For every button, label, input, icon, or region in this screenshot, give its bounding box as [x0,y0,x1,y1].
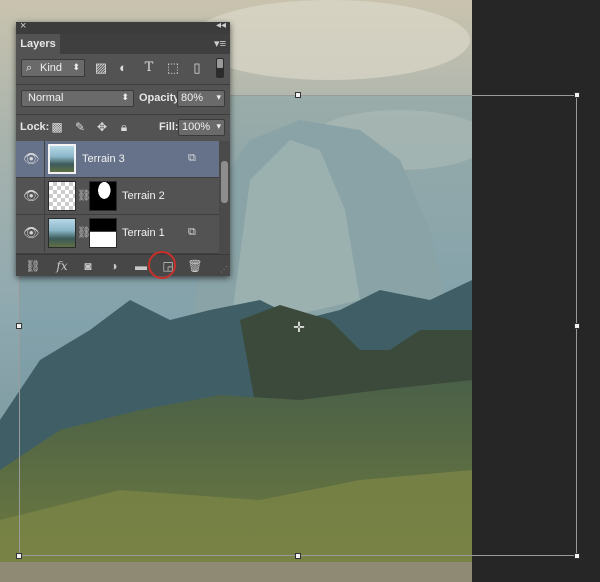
transform-handle-bottom-left[interactable] [16,553,22,559]
lock-all-icon[interactable]: 🔒︎ [116,119,132,135]
fill-value: 100% [182,121,211,133]
fill-field[interactable]: 100% ▾ [178,119,225,136]
layer-name[interactable]: Terrain 1 [122,227,165,239]
link-layers-icon[interactable]: ⛓︎ [25,258,41,274]
visibility-eye-icon[interactable]: 👁︎ [23,226,40,240]
layer-thumbnail[interactable] [48,144,76,174]
lock-label: Lock: [20,121,50,133]
lock-image-pixels-icon[interactable]: ✎ [72,119,88,135]
filter-toggle-switch[interactable] [216,58,224,78]
lock-position-icon[interactable]: ✥ [94,119,110,135]
layer-name[interactable]: Terrain 3 [82,153,125,165]
layer-mask-thumbnail[interactable] [89,218,117,248]
panel-tab-row: Layers ▾≡ [16,34,230,54]
shape-filter-icon[interactable]: ⬚ [164,59,182,77]
delete-layer-icon[interactable]: 🗑︎ [187,258,203,274]
lock-transparent-pixels-icon[interactable]: ▩ [49,119,65,135]
layer-list: 👁︎ Terrain 3 ⧉ 👁︎ ⛓︎ Terrain 2 👁︎ ⛓︎ Ter… [16,141,230,254]
blend-mode-value: Normal [28,92,64,104]
divider [44,215,45,252]
blend-row: Normal ⬍ Opacity: 80% ▾ [16,84,230,114]
smart-object-icon: ⧉ [188,226,196,238]
mask-link-icon[interactable]: ⛓︎ [77,226,91,240]
layer-row-terrain-1[interactable]: 👁︎ ⛓︎ Terrain 1 ⧉ [16,215,219,254]
opacity-field[interactable]: 80% ▾ [177,90,225,107]
highlight-circle [148,251,176,279]
smart-object-icon: ⧉ [188,152,196,164]
close-icon[interactable]: × [20,20,26,32]
updown-arrows-icon: ⬍ [121,92,129,102]
dropdown-arrow-icon[interactable]: ▾ [216,90,221,105]
mask-link-icon[interactable]: ⛓︎ [77,189,91,203]
layer-row-terrain-2[interactable]: 👁︎ ⛓︎ Terrain 2 [16,178,219,215]
transform-handle-middle-left[interactable] [16,323,22,329]
fx-icon[interactable]: fx [54,258,70,274]
filter-kind-label: Kind [40,62,63,74]
transform-handle-top-middle[interactable] [295,92,301,98]
add-mask-icon[interactable]: ◙ [80,258,96,274]
layer-thumbnail[interactable] [48,181,76,211]
opacity-value: 80% [181,92,204,104]
layers-panel: × ◂◂ Layers ▾≡ ⌕ Kind ⬍ ▨ ◐ T ⬚ ▯ Normal… [16,20,230,276]
transform-handle-bottom-middle[interactable] [295,553,301,559]
transform-handle-top-right[interactable] [574,92,580,98]
transform-handle-middle-right[interactable] [574,323,580,329]
divider [44,178,45,215]
resize-grip-icon[interactable]: ⋰ [220,266,228,274]
pixel-filter-icon[interactable]: ▨ [92,59,110,77]
panel-titlebar[interactable]: × ◂◂ [16,20,230,34]
transform-handle-bottom-right[interactable] [574,553,580,559]
tab-layers[interactable]: Layers [16,34,60,54]
visibility-eye-icon[interactable]: 👁︎ [23,152,40,166]
panel-bottom-bar: ⛓︎ fx ◙ ◑ ▬ ◲ 🗑︎ ⋰ [16,254,230,276]
filter-kind-select[interactable]: ⌕ Kind ⬍ [21,59,85,77]
new-adjustment-icon[interactable]: ◑ [106,258,122,274]
layer-thumbnail[interactable] [48,218,76,248]
scrollbar-thumb[interactable] [221,161,228,203]
filter-row: ⌕ Kind ⬍ ▨ ◐ T ⬚ ▯ [16,54,230,84]
dropdown-arrow-icon[interactable]: ▾ [216,119,221,134]
blend-mode-select[interactable]: Normal ⬍ [21,90,134,107]
layer-name[interactable]: Terrain 2 [122,190,165,202]
new-group-icon[interactable]: ▬ [133,258,149,274]
type-filter-icon[interactable]: T [140,59,158,77]
smart-object-filter-icon[interactable]: ▯ [188,59,206,77]
adjustment-filter-icon[interactable]: ◐ [114,59,132,77]
fill-label: Fill: [159,121,179,133]
divider [44,141,45,178]
collapse-icon[interactable]: ◂◂ [216,20,226,31]
layer-mask-thumbnail[interactable] [89,181,117,211]
transform-reference-point-icon[interactable]: ✛ [292,320,306,334]
search-icon: ⌕ [26,62,33,74]
lock-row: Lock: ▩ ✎ ✥ 🔒︎ Fill: 100% ▾ [16,114,230,141]
visibility-eye-icon[interactable]: 👁︎ [23,189,40,203]
layer-row-terrain-3[interactable]: 👁︎ Terrain 3 ⧉ [16,141,219,178]
canvas-bottom-strip [0,562,472,582]
panel-menu-icon[interactable]: ▾≡ [214,37,226,50]
updown-arrows-icon: ⬍ [72,62,80,72]
